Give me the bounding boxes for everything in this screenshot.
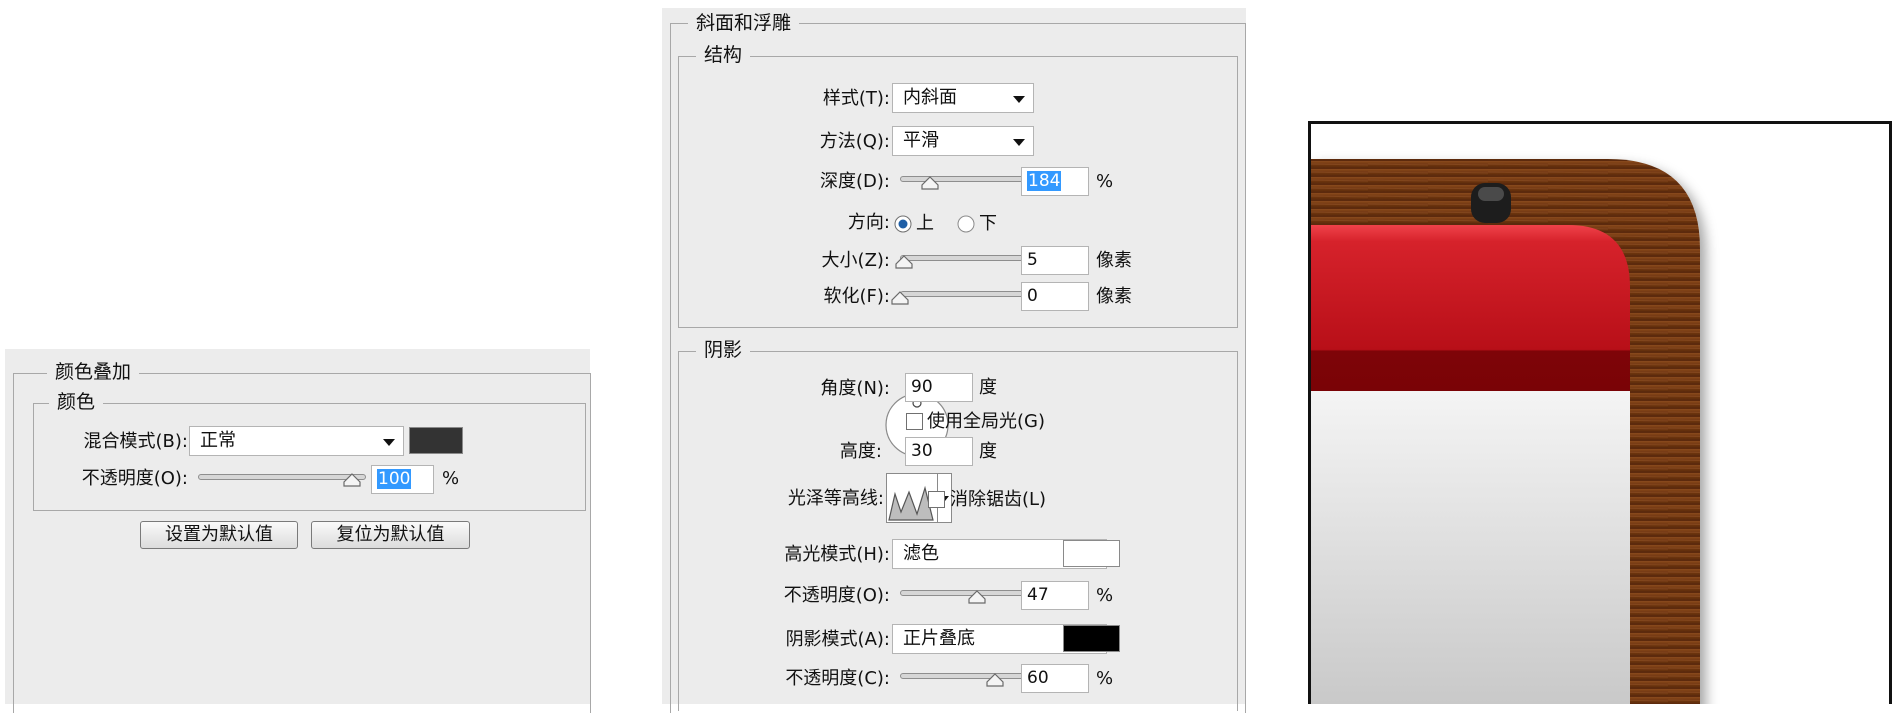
opacity-input[interactable]: 100	[371, 465, 434, 494]
gloss-contour-label: 光泽等高线:	[787, 488, 884, 509]
angle-input[interactable]: 90	[905, 373, 973, 402]
structure-title: 结构	[696, 44, 751, 66]
opacity-unit: %	[442, 468, 460, 489]
knob-icon	[1471, 183, 1511, 223]
altitude-unit: 度	[979, 441, 997, 462]
highlight-opacity-value: 47	[1027, 585, 1049, 605]
highlight-mode-value: 滤色	[903, 543, 939, 564]
anti-alias-label: 消除锯齿(L)	[950, 489, 1047, 510]
reset-default-button[interactable]: 复位为默认值	[311, 521, 470, 549]
direction-down-label: 下	[979, 213, 997, 234]
highlight-opacity-unit: %	[1096, 585, 1114, 606]
altitude-label: 高度:	[839, 441, 882, 462]
chevron-down-icon	[1013, 139, 1025, 146]
method-value: 平滑	[903, 130, 939, 151]
size-value: 5	[1027, 250, 1038, 270]
preview-canvas	[1308, 121, 1892, 704]
angle-label: 角度(N):	[820, 378, 890, 399]
highlight-color-swatch[interactable]	[1063, 540, 1120, 567]
color-overlay-panel: 颜色叠加 颜色 混合模式(B): 正常 不透明度(O): 100 % 设置为默认…	[5, 349, 591, 713]
shadow-opacity-label: 不透明度(C):	[785, 668, 890, 689]
style-select[interactable]: 内斜面	[892, 83, 1034, 113]
shadow-mode-value: 正片叠底	[903, 628, 975, 649]
style-value: 内斜面	[903, 87, 957, 108]
anti-alias-checkbox[interactable]	[928, 491, 945, 508]
soften-label: 软化(F):	[823, 286, 890, 307]
chevron-down-icon	[383, 439, 395, 446]
color-group-fieldset	[33, 403, 586, 511]
method-label: 方法(Q):	[819, 131, 890, 152]
global-light-checkbox[interactable]	[906, 413, 923, 430]
direction-up-label: 上	[916, 213, 934, 234]
shadow-mode-label: 阴影模式(A):	[785, 629, 890, 650]
soften-value: 0	[1027, 286, 1038, 306]
bevel-emboss-title: 斜面和浮雕	[688, 12, 800, 34]
red-band	[1311, 225, 1630, 391]
color-overlay-title: 颜色叠加	[47, 361, 140, 383]
blend-mode-value: 正常	[200, 430, 236, 451]
chevron-down-icon	[1013, 96, 1025, 103]
soften-input[interactable]: 0	[1021, 282, 1089, 311]
shadow-opacity-unit: %	[1096, 668, 1114, 689]
altitude-input[interactable]: 30	[905, 437, 973, 466]
direction-label: 方向:	[847, 212, 890, 233]
altitude-value: 30	[911, 441, 933, 461]
global-light-label: 使用全局光(G)	[927, 411, 1045, 432]
shadow-opacity-input[interactable]: 60	[1021, 664, 1089, 693]
highlight-opacity-label: 不透明度(O):	[783, 585, 890, 606]
direction-down-radio[interactable]	[957, 215, 975, 233]
overlay-color-swatch[interactable]	[409, 427, 463, 454]
depth-unit: %	[1096, 171, 1114, 192]
preview-illustration	[1311, 159, 1700, 704]
depth-input[interactable]: 184	[1021, 167, 1089, 196]
angle-value: 90	[911, 377, 933, 397]
shadow-color-swatch[interactable]	[1063, 625, 1120, 652]
white-body	[1311, 391, 1630, 704]
size-input[interactable]: 5	[1021, 246, 1089, 275]
set-default-button[interactable]: 设置为默认值	[140, 521, 298, 549]
opacity-slider-track[interactable]	[198, 474, 366, 480]
size-unit: 像素	[1096, 250, 1132, 271]
method-select[interactable]: 平滑	[892, 126, 1034, 156]
soften-unit: 像素	[1096, 286, 1132, 307]
highlight-mode-label: 高光模式(H):	[784, 544, 890, 565]
highlight-opacity-input[interactable]: 47	[1021, 581, 1089, 610]
opacity-label: 不透明度(O):	[81, 468, 188, 489]
blend-mode-label: 混合模式(B):	[83, 431, 188, 452]
bevel-emboss-panel: 斜面和浮雕 结构 样式(T): 内斜面 方法(Q): 平滑 深度(D): 184…	[662, 8, 1246, 713]
color-group-title: 颜色	[49, 391, 104, 413]
direction-up-radio[interactable]	[894, 215, 912, 233]
shading-title: 阴影	[696, 339, 751, 361]
shadow-opacity-value: 60	[1027, 668, 1049, 688]
blend-mode-select[interactable]: 正常	[189, 426, 404, 456]
shading-fieldset	[678, 351, 1238, 711]
depth-value: 184	[1027, 171, 1062, 191]
size-label: 大小(Z):	[821, 250, 890, 271]
style-label: 样式(T):	[822, 88, 890, 109]
depth-label: 深度(D):	[820, 171, 890, 192]
opacity-value: 100	[377, 469, 412, 489]
angle-unit: 度	[979, 377, 997, 398]
